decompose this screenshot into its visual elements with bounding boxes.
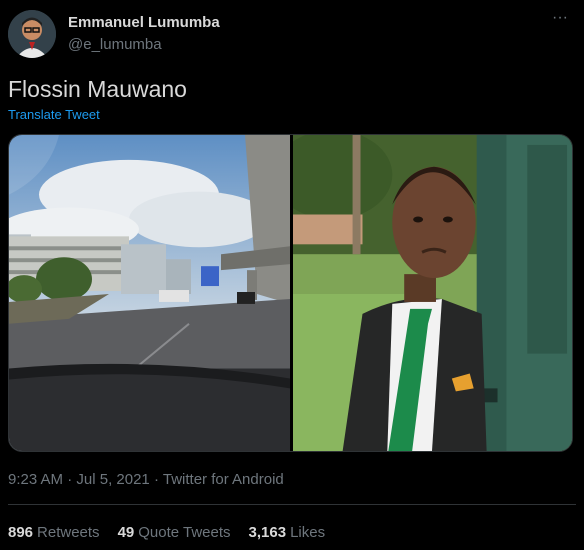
tweet-text: Flossin Mauwano bbox=[8, 76, 187, 102]
quote-tweets-count: 49 bbox=[117, 524, 135, 541]
author-display-name[interactable]: Emmanuel Lumumba bbox=[68, 14, 220, 31]
tweet: Emmanuel Lumumba @e_lumumba ··· Flossin … bbox=[0, 0, 584, 550]
tweet-timestamp: 9:23 AM · Jul 5, 2021 · Twitter for Andr… bbox=[8, 471, 284, 488]
more-horizontal-icon: ··· bbox=[552, 9, 568, 26]
more-options-button[interactable]: ··· bbox=[548, 10, 572, 30]
author-handle[interactable]: @e_lumumba bbox=[68, 36, 162, 53]
photo-man-in-suit[interactable] bbox=[293, 135, 572, 451]
avatar[interactable] bbox=[8, 10, 56, 58]
likes-count: 3,163 bbox=[248, 524, 287, 541]
quote-tweets-label: Quote Tweets bbox=[138, 524, 231, 541]
meta-separator: · bbox=[67, 471, 73, 488]
tweet-time[interactable]: 9:23 AM bbox=[8, 471, 63, 488]
tweet-date[interactable]: Jul 5, 2021 bbox=[76, 471, 149, 488]
tweet-source[interactable]: Twitter for Android bbox=[163, 471, 284, 488]
meta-separator: · bbox=[153, 471, 159, 488]
tweet-media bbox=[8, 134, 573, 452]
retweets-count: 896 bbox=[8, 524, 34, 541]
photo-street-view[interactable] bbox=[9, 135, 290, 451]
tweet-stats: 896 Retweets 49 Quote Tweets 3,163 Likes bbox=[8, 524, 343, 541]
retweets-stat[interactable]: 896 Retweets bbox=[8, 524, 100, 541]
likes-label: Likes bbox=[290, 524, 326, 541]
likes-stat[interactable]: 3,163 Likes bbox=[249, 524, 326, 541]
divider bbox=[8, 504, 576, 505]
retweets-label: Retweets bbox=[37, 524, 100, 541]
translate-tweet-link[interactable]: Translate Tweet bbox=[8, 107, 100, 122]
quote-tweets-stat[interactable]: 49 Quote Tweets bbox=[118, 524, 231, 541]
